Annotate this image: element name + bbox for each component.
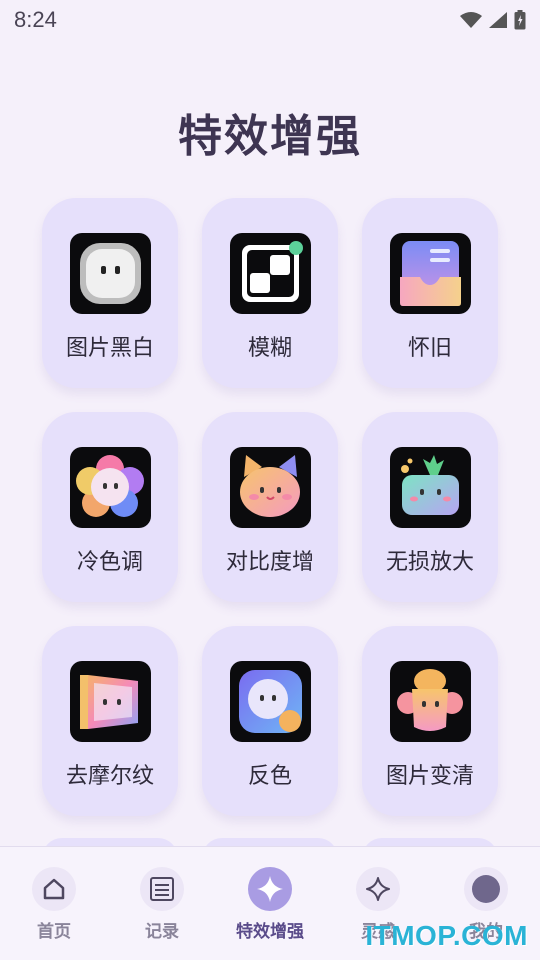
blackwhite-icon xyxy=(69,233,151,314)
contrast-icon xyxy=(229,447,311,528)
star-icon xyxy=(356,867,400,911)
status-bar: 8:24 xyxy=(0,0,540,40)
upscale-icon xyxy=(389,447,471,528)
feature-card-blur[interactable]: 模糊 xyxy=(202,198,338,388)
feature-grid: 图片黑白 模糊 怀旧 冷色调 对比度增 无损放大 去摩尔纹 反色 图片变清 xyxy=(42,198,498,816)
invert-icon xyxy=(229,661,311,742)
feature-label: 冷色调 xyxy=(76,550,143,575)
tab-effects[interactable]: 特效增强 xyxy=(216,847,324,960)
feature-label: 反色 xyxy=(247,764,292,789)
tab-label: 特效增强 xyxy=(236,922,304,942)
status-time: 8:24 xyxy=(14,7,57,32)
feature-label: 去摩尔纹 xyxy=(65,764,154,789)
feature-card-contrast[interactable]: 对比度增 xyxy=(202,412,338,602)
feature-label: 无损放大 xyxy=(385,550,474,575)
feature-card-cool-tone[interactable]: 冷色调 xyxy=(42,412,178,602)
feature-label: 模糊 xyxy=(247,336,292,361)
feature-card-nostalgia[interactable]: 怀旧 xyxy=(362,198,498,388)
home-icon xyxy=(32,867,76,911)
tab-home[interactable]: 首页 xyxy=(0,847,108,960)
sparkle-icon xyxy=(248,867,292,911)
tab-label: 记录 xyxy=(145,922,179,942)
feature-card-sharpen[interactable]: 图片变清 xyxy=(362,626,498,816)
battery-icon xyxy=(514,10,526,30)
feature-label: 图片变清 xyxy=(385,764,474,789)
page-title: 特效增强 xyxy=(178,111,362,162)
nostalgia-icon xyxy=(389,233,471,314)
feature-card-upscale[interactable]: 无损放大 xyxy=(362,412,498,602)
feature-label: 对比度增 xyxy=(225,550,314,575)
feature-label: 图片黑白 xyxy=(65,336,154,361)
sharpen-icon xyxy=(389,661,471,742)
watermark: ITMOP.COM xyxy=(365,920,528,951)
cool-tone-icon xyxy=(69,447,151,528)
wifi-icon xyxy=(460,12,482,28)
tab-label: 首页 xyxy=(37,922,71,942)
feature-card-demoire[interactable]: 去摩尔纹 xyxy=(42,626,178,816)
tab-records[interactable]: 记录 xyxy=(108,847,216,960)
demoire-icon xyxy=(69,661,151,742)
profile-icon xyxy=(464,867,508,911)
feature-label: 怀旧 xyxy=(407,336,452,361)
blur-icon xyxy=(229,233,311,314)
feature-card-invert[interactable]: 反色 xyxy=(202,626,338,816)
signal-icon xyxy=(489,12,507,28)
feature-card-blackwhite[interactable]: 图片黑白 xyxy=(42,198,178,388)
status-icons xyxy=(460,10,526,30)
list-icon xyxy=(140,867,184,911)
